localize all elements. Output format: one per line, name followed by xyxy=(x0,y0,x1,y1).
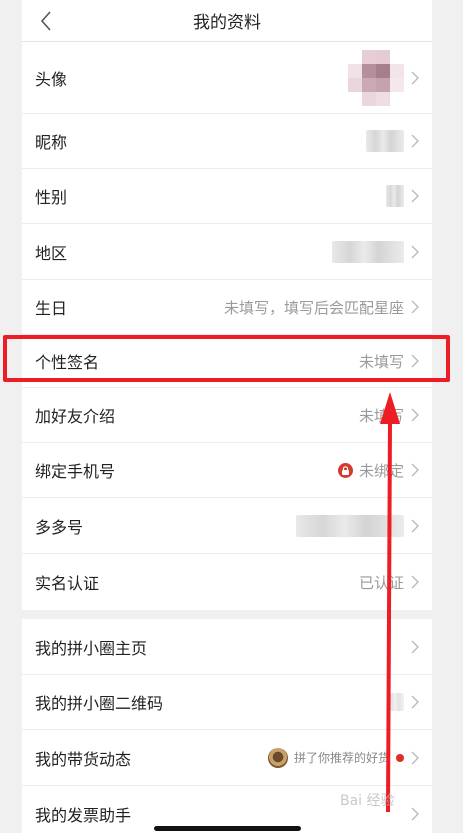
nickname-row[interactable]: 昵称 xyxy=(22,114,432,169)
gender-value-blurred xyxy=(386,185,404,207)
section-divider xyxy=(0,610,463,619)
profile-page: 我的资料 头像 昵称 性别 地区 生日 未填写，填写后会匹配星座 个性签名 未填… xyxy=(0,0,463,833)
row-label: 绑定手机号 xyxy=(35,462,116,481)
friend-intro-row[interactable]: 加好友介绍 未填写 xyxy=(22,388,432,443)
real-name-row[interactable]: 实名认证 已认证 xyxy=(22,554,432,610)
home-indicator[interactable] xyxy=(154,826,301,831)
friend-intro-value: 未填写 xyxy=(358,406,404,425)
back-button[interactable] xyxy=(34,8,60,34)
lock-icon xyxy=(337,462,353,478)
chevron-right-icon xyxy=(410,407,420,423)
chevron-right-icon xyxy=(410,518,420,534)
row-label: 我的带货动态 xyxy=(35,749,132,769)
row-label: 我的拼小圈二维码 xyxy=(35,694,164,713)
bind-phone-row[interactable]: 绑定手机号 未绑定 xyxy=(22,443,432,498)
chevron-right-icon xyxy=(410,574,420,590)
birthday-value: 未填写，填写后会匹配星座 xyxy=(223,298,404,317)
row-label: 个性签名 xyxy=(35,353,100,372)
chevron-right-icon xyxy=(410,694,420,710)
birthday-row[interactable]: 生日 未填写，填写后会匹配星座 xyxy=(22,280,432,335)
row-label: 性别 xyxy=(35,188,68,207)
row-label: 地区 xyxy=(35,243,68,263)
circle-home-row[interactable]: 我的拼小圈主页 xyxy=(22,619,432,675)
chevron-right-icon xyxy=(410,70,420,86)
sales-feed-row[interactable]: 我的带货动态 拼了你推荐的好货 xyxy=(22,730,432,786)
row-label: 头像 xyxy=(35,69,68,89)
chevron-right-icon xyxy=(410,133,420,149)
page-title: 我的资料 xyxy=(193,13,261,33)
chevron-right-icon xyxy=(410,244,420,260)
row-label: 我的拼小圈主页 xyxy=(35,638,148,658)
row-label: 多多号 xyxy=(35,517,84,537)
region-value-blurred xyxy=(332,240,404,263)
sales-feed-text: 拼了你推荐的好货 xyxy=(293,751,390,765)
nickname-value-blurred xyxy=(366,130,404,152)
navigation-bar: 我的资料 xyxy=(22,0,432,42)
gender-row[interactable]: 性别 xyxy=(22,169,432,224)
region-row[interactable]: 地区 xyxy=(22,224,432,280)
chevron-right-icon xyxy=(410,639,420,655)
qrcode-thumbnail-blurred xyxy=(388,693,404,711)
signature-row[interactable]: 个性签名 未填写 xyxy=(22,335,432,388)
chevron-right-icon xyxy=(410,806,420,822)
chevron-right-icon xyxy=(410,750,420,766)
chevron-right-icon xyxy=(410,188,420,204)
chevron-left-icon xyxy=(34,8,60,34)
chevron-right-icon xyxy=(410,462,420,478)
duoduo-id-row[interactable]: 多多号 xyxy=(22,498,432,554)
notification-dot xyxy=(396,753,404,762)
chevron-right-icon xyxy=(410,353,420,369)
row-label: 昵称 xyxy=(35,133,68,152)
duoduo-id-value-blurred xyxy=(296,514,404,537)
avatar-row[interactable]: 头像 xyxy=(22,42,432,114)
real-name-value: 已认证 xyxy=(358,573,404,592)
avatar xyxy=(348,49,404,106)
signature-value: 未填写 xyxy=(358,352,404,371)
friend-avatar xyxy=(267,747,288,768)
row-label: 我的发票助手 xyxy=(35,805,132,825)
watermark: Bai 经验 xyxy=(340,793,395,809)
row-label: 加好友介绍 xyxy=(35,407,116,426)
bind-phone-value: 未绑定 xyxy=(358,461,404,480)
row-label: 生日 xyxy=(35,299,68,318)
row-label: 实名认证 xyxy=(35,574,100,593)
circle-qrcode-row[interactable]: 我的拼小圈二维码 xyxy=(22,675,432,730)
chevron-right-icon xyxy=(410,299,420,315)
